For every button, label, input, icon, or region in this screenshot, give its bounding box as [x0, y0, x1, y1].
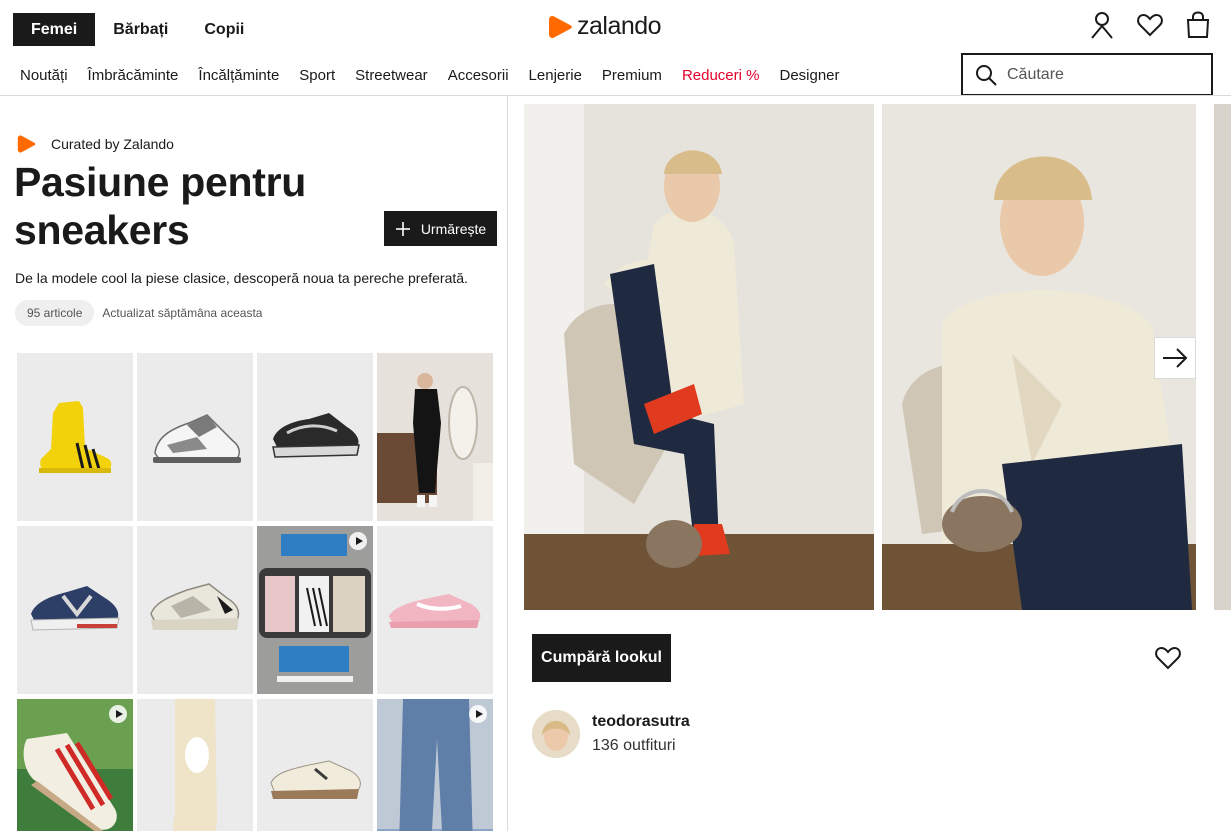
nav-incaltaminte[interactable]: Încălțăminte — [198, 67, 279, 84]
article-count-badge: 95 articole — [15, 300, 95, 326]
product-tile-pink-puma[interactable] — [377, 526, 493, 694]
product-image — [137, 353, 253, 521]
product-tile-cream-sneaker[interactable] — [257, 699, 373, 831]
gender-tabs: Femei Bărbați Copii — [13, 13, 262, 46]
user-icon[interactable] — [1089, 10, 1115, 40]
updated-label: Actualizat săptămâna aceasta — [102, 306, 263, 320]
nav-sport[interactable]: Sport — [299, 67, 335, 84]
search-icon — [976, 64, 997, 86]
product-image — [257, 353, 373, 521]
product-tile-socks[interactable] — [137, 699, 253, 831]
category-nav: Noutăți Îmbrăcăminte Încălțăminte Sport … — [20, 67, 840, 84]
nav-lenjerie[interactable]: Lenjerie — [529, 67, 582, 84]
carousel-next-button[interactable] — [1154, 337, 1196, 379]
heart-icon[interactable] — [1137, 10, 1163, 40]
column-divider — [507, 96, 508, 831]
curated-badge: Curated by Zalando — [17, 134, 174, 154]
logo-text: zalando — [577, 12, 662, 40]
zalando-mark-icon — [17, 135, 36, 153]
product-tile-adidas-video[interactable] — [257, 526, 373, 694]
nav-reduceri[interactable]: Reduceri % — [682, 67, 760, 84]
product-image — [377, 353, 493, 521]
product-tile-model-photo[interactable] — [377, 353, 493, 521]
outfit-image — [882, 104, 1196, 610]
tab-femei[interactable]: Femei — [13, 13, 96, 46]
product-tile-yellow-boot[interactable] — [17, 353, 133, 521]
product-tile-grey-sneaker[interactable] — [137, 353, 253, 521]
collection-description: De la modele cool la piese clasice, desc… — [15, 270, 468, 286]
wishlist-heart-icon[interactable] — [1155, 645, 1181, 671]
follow-label: Urmărește — [420, 220, 487, 237]
arrow-right-icon — [1163, 348, 1188, 368]
nav-premium[interactable]: Premium — [602, 67, 662, 84]
product-image — [257, 526, 373, 694]
product-grid — [17, 353, 493, 831]
search-input[interactable] — [1007, 65, 1197, 84]
zalando-logo[interactable]: zalando — [549, 12, 662, 41]
header-divider — [0, 95, 1231, 96]
play-icon[interactable] — [349, 532, 367, 550]
curated-label: Curated by Zalando — [51, 136, 174, 152]
tab-copii[interactable]: Copii — [186, 13, 262, 46]
tab-barbati[interactable]: Bărbați — [95, 13, 186, 46]
outfit-image — [524, 104, 874, 610]
play-icon[interactable] — [469, 705, 487, 723]
page-title: Pasiune pentru sneakers — [14, 159, 306, 253]
collection-meta: 95 articole Actualizat săptămâna aceasta — [15, 300, 262, 326]
shop-the-look-button[interactable]: Cumpără lookul — [532, 634, 671, 682]
creator-outfit-count: 136 outfituri — [592, 737, 676, 754]
search-box[interactable] — [961, 53, 1213, 96]
product-image — [137, 526, 253, 694]
nav-streetwear[interactable]: Streetwear — [355, 67, 428, 84]
follow-button[interactable]: Urmărește — [384, 211, 497, 246]
nav-designer[interactable]: Designer — [779, 67, 839, 84]
product-image — [17, 526, 133, 694]
plus-icon — [395, 221, 410, 236]
product-image — [377, 526, 493, 694]
product-image — [17, 353, 133, 521]
header-actions — [1089, 10, 1211, 40]
nav-imbracaminte[interactable]: Îmbrăcăminte — [88, 67, 179, 84]
product-image — [137, 699, 253, 831]
product-tile-silver-runner[interactable] — [137, 526, 253, 694]
creator-info[interactable]: teodorasutra 136 outfituri — [532, 710, 690, 758]
product-tile-black-sneaker[interactable] — [257, 353, 373, 521]
product-tile-adidas-green[interactable] — [17, 699, 133, 831]
outfit-photo-1[interactable] — [524, 104, 874, 610]
outfit-photo-3-peek[interactable] — [1214, 104, 1231, 610]
outfit-photo-2[interactable] — [882, 104, 1196, 610]
bag-icon[interactable] — [1185, 10, 1211, 40]
product-image — [257, 699, 373, 831]
nav-noutati[interactable]: Noutăți — [20, 67, 68, 84]
creator-name[interactable]: teodorasutra — [592, 713, 690, 731]
product-tile-jeans-video[interactable] — [377, 699, 493, 831]
play-icon[interactable] — [109, 705, 127, 723]
nav-accesorii[interactable]: Accesorii — [448, 67, 509, 84]
zalando-logo-icon — [549, 15, 572, 38]
avatar[interactable] — [532, 710, 580, 758]
product-tile-navy-nb[interactable] — [17, 526, 133, 694]
